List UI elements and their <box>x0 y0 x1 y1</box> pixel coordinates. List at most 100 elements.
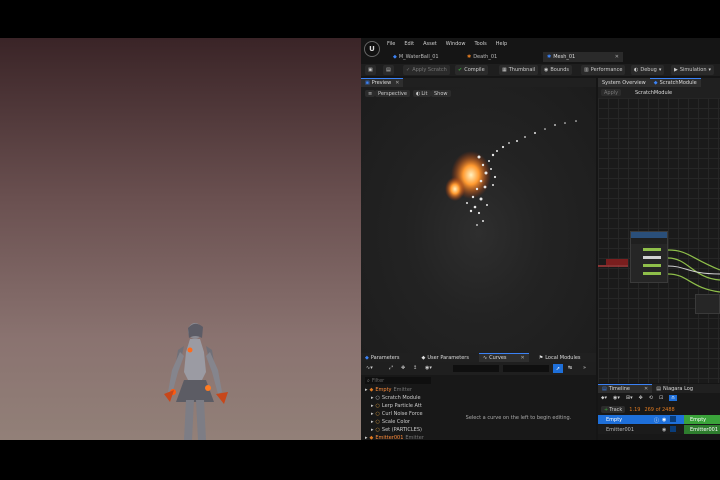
enable-checkbox[interactable] <box>670 416 676 422</box>
tangent-icon[interactable]: ↹ <box>568 365 572 371</box>
performance-button[interactable]: ▥ Performance <box>581 65 626 75</box>
close-tab-icon[interactable]: ✕ <box>615 54 619 60</box>
apply-button[interactable]: Apply <box>601 89 622 96</box>
tab-curves[interactable]: ∿ Curves ✕ <box>478 352 529 363</box>
tab-label: M_WaterBall_01 <box>398 54 439 60</box>
fit-icon[interactable]: ⤢ <box>389 365 393 371</box>
show-button[interactable]: Show <box>431 90 451 97</box>
view-icon[interactable]: ◉▾ <box>425 365 432 371</box>
curve-editor-area[interactable]: Select a curve on the left to begin edit… <box>441 377 596 440</box>
niagara-editor-window[interactable]: U File Edit Asset Window Tools Help ◆ M_… <box>361 38 720 440</box>
menu-edit[interactable]: Edit <box>404 41 414 47</box>
timeline-tabs: ▤ Timeline ✕ ▤ Niagara Log <box>598 383 720 394</box>
scratch-module-title: ScratchModule <box>635 90 673 96</box>
key-icon[interactable]: ↥ <box>413 365 417 371</box>
save-icon[interactable]: ▣ <box>365 65 376 75</box>
menu-help[interactable]: Help <box>496 41 507 47</box>
timeline-row[interactable]: Empty ⓘ ◉ Empty <box>598 415 720 424</box>
timeline-bar[interactable]: Emitter001 <box>684 425 720 434</box>
input-node[interactable] <box>606 259 628 265</box>
tree-item-label: Emitter001 <box>375 435 404 440</box>
lit-button[interactable]: ◐ Lit <box>413 90 431 97</box>
tab-local-modules[interactable]: ⚑ Local Modules <box>534 352 585 363</box>
curve-tree: ▸ ◆ Empty Emitter ▸ ○ Scratch Module ▸ ○ Lerp Par… <box>365 386 435 440</box>
timeline-bar[interactable]: Empty <box>684 415 720 424</box>
menu-tools[interactable]: Tools <box>474 41 486 47</box>
magnet-icon[interactable]: ∩ <box>669 395 677 401</box>
tree-item[interactable]: ▸ ○ Curl Noise Force <box>365 410 435 418</box>
close-tab-icon[interactable]: ✕ <box>521 355 525 361</box>
tab-niagara-log[interactable]: ▤ Niagara Log <box>652 383 698 394</box>
close-tab-icon[interactable]: ✕ <box>395 80 399 86</box>
graph-pin[interactable] <box>643 256 661 259</box>
tab-user-parameters[interactable]: ◆ User Parameters <box>417 352 473 363</box>
expand-icon[interactable]: ▸ <box>371 427 374 433</box>
close-tab-icon[interactable]: ✕ <box>644 386 648 392</box>
module-icon: ○ <box>375 419 380 425</box>
visibility-icon[interactable]: ◉ <box>662 417 666 423</box>
preview-viewport[interactable]: ≡ Perspective ◐ Lit Show <box>361 87 596 353</box>
timeline-icon: ▤ <box>602 386 607 392</box>
apply-scratch-button[interactable]: ✓ Apply Scratch <box>403 65 450 75</box>
curve-mode-icon[interactable]: ∿▾ <box>366 365 373 371</box>
viewport-options-icon[interactable]: ≡ <box>365 90 376 97</box>
key-icon[interactable]: ⬥▾ <box>601 395 607 401</box>
performance-icon: ▥ <box>584 67 589 73</box>
snap-icon[interactable]: ⊞▾ <box>626 395 633 401</box>
tab-waterball[interactable]: ◆ M_WaterBall_01 <box>389 52 459 62</box>
expand-icon[interactable]: ▸ <box>371 411 374 417</box>
node-graph[interactable] <box>598 98 720 383</box>
graph-pin[interactable] <box>643 272 661 275</box>
simulation-button[interactable]: ▶ Simulation ▾ <box>671 65 715 75</box>
visibility-icon[interactable]: ◉ <box>662 427 666 433</box>
tab-parameters[interactable]: ◆ Parameters <box>361 352 404 363</box>
view-icon[interactable]: ◉▾ <box>613 395 620 401</box>
loop-icon[interactable]: ⟲ <box>649 395 653 401</box>
menu-file[interactable]: File <box>387 41 395 47</box>
expand-icon[interactable]: ▸ <box>371 395 374 401</box>
particle-effect <box>445 120 577 226</box>
tab-mesh[interactable]: ✱ Mesh_01 ✕ <box>543 52 623 62</box>
expand-icon[interactable]: ▸ <box>371 403 374 409</box>
more-icon[interactable]: » <box>583 365 586 371</box>
expand-icon[interactable]: ▸ <box>371 419 374 425</box>
level-viewport[interactable] <box>0 38 361 440</box>
tree-item[interactable]: ▸ ○ Scale Color <box>365 418 435 426</box>
unreal-logo-icon[interactable]: U <box>364 41 380 57</box>
tab-scratch-module[interactable]: ◆ ScratchModule <box>649 77 701 88</box>
curve-filter-input[interactable]: ⌕ Filter <box>365 377 431 384</box>
bounds-button[interactable]: ◉ Bounds <box>541 65 572 75</box>
settings-icon[interactable]: ✥ <box>639 395 643 401</box>
graph-pin[interactable] <box>643 248 661 251</box>
lock-icon[interactable]: ⊡ <box>659 395 663 401</box>
time-field[interactable] <box>453 365 499 372</box>
tree-item[interactable]: ▸ ◆ Emitter001 Emitter <box>365 434 435 440</box>
value-field[interactable] <box>503 365 549 372</box>
expand-icon[interactable]: ▸ <box>365 387 368 393</box>
tab-death[interactable]: ✱ Death_01 <box>463 52 533 62</box>
graph-pin[interactable] <box>643 264 661 267</box>
enable-checkbox[interactable] <box>670 426 676 432</box>
expand-icon[interactable]: ▸ <box>365 435 368 440</box>
thumbnail-button[interactable]: ▦ Thumbnail <box>499 65 539 75</box>
graph-node[interactable] <box>695 294 720 314</box>
menu-asset[interactable]: Asset <box>423 41 437 47</box>
add-track-button[interactable]: + Track <box>601 406 626 413</box>
compile-button[interactable]: ✔ Compile <box>455 65 488 75</box>
character-model <box>164 323 228 440</box>
perspective-button[interactable]: Perspective <box>375 90 410 97</box>
browse-icon[interactable]: ▤ <box>383 65 394 75</box>
tree-item[interactable]: ▸ ○ Lerp Particle Att <box>365 402 435 410</box>
tree-item[interactable]: ▸ ○ Set (PARTICLES) <box>365 426 435 434</box>
tab-preview[interactable]: ▣ Preview ✕ <box>361 77 404 88</box>
graph-node[interactable] <box>630 231 668 283</box>
pan-icon[interactable]: ✥ <box>401 365 405 371</box>
debug-button[interactable]: ◐ Debug ▾ <box>631 65 665 75</box>
select-tool-icon[interactable]: ➚ <box>553 364 563 373</box>
tab-system-overview[interactable]: System Overview <box>598 77 650 88</box>
tree-item[interactable]: ▸ ◆ Empty Emitter <box>365 386 435 394</box>
timeline-row[interactable]: Emitter001 ◉ Emitter001 <box>598 425 720 434</box>
tab-timeline[interactable]: ▤ Timeline ✕ <box>598 383 653 394</box>
menu-window[interactable]: Window <box>446 41 466 47</box>
tree-item[interactable]: ▸ ○ Scratch Module <box>365 394 435 402</box>
